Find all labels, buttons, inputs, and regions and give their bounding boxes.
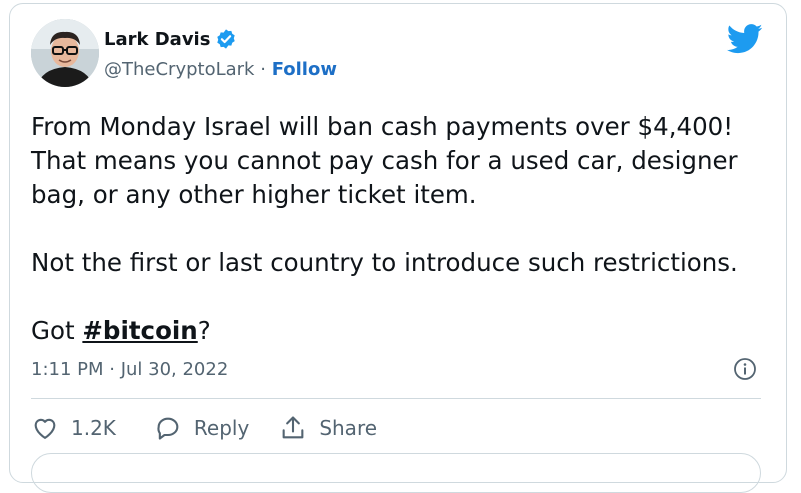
reply-icon — [157, 417, 179, 440]
tweet-timestamp[interactable]: 1:11 PM · Jul 30, 2022 — [31, 359, 228, 380]
verified-badge-icon — [217, 29, 236, 49]
handle-row: @TheCryptoLark · Follow — [104, 59, 337, 80]
like-button[interactable]: 1.2K — [31, 414, 116, 442]
reply-box[interactable] — [31, 453, 761, 493]
author-handle[interactable]: @TheCryptoLark — [104, 59, 254, 80]
info-icon[interactable] — [733, 357, 757, 381]
divider — [31, 398, 761, 399]
separator-dot: · — [260, 59, 266, 80]
tweet-line-hashtag: Got #bitcoin? — [31, 314, 771, 348]
avatar[interactable] — [31, 19, 99, 87]
tweet-line: Not the first or last country to introdu… — [31, 248, 738, 277]
heart-icon — [34, 418, 56, 439]
share-button[interactable]: Share — [279, 414, 377, 442]
author-name[interactable]: Lark Davis — [104, 29, 210, 50]
question-mark: ? — [197, 316, 211, 345]
tweet-line: That means you cannot pay cash for a use… — [31, 146, 738, 175]
hashtag-link[interactable]: #bitcoin — [82, 316, 197, 345]
avatar-image — [31, 19, 99, 87]
tweet-line: From Monday Israel will ban cash payment… — [31, 112, 734, 141]
share-icon — [282, 416, 304, 439]
reply-button[interactable]: Reply — [154, 414, 249, 442]
author-name-row: Lark Davis — [104, 28, 237, 50]
tweet-text: From Monday Israel will ban cash payment… — [31, 110, 771, 348]
reply-label: Reply — [193, 416, 250, 440]
share-label: Share — [319, 416, 378, 440]
action-bar: 1.2K Reply Share — [31, 414, 377, 442]
follow-button[interactable]: Follow — [272, 59, 337, 80]
twitter-bird-icon[interactable] — [727, 24, 763, 54]
tweet-line: bag, or any other higher ticket item. — [31, 180, 477, 209]
like-count: 1.2K — [71, 416, 116, 440]
got-text: Got — [31, 316, 83, 345]
